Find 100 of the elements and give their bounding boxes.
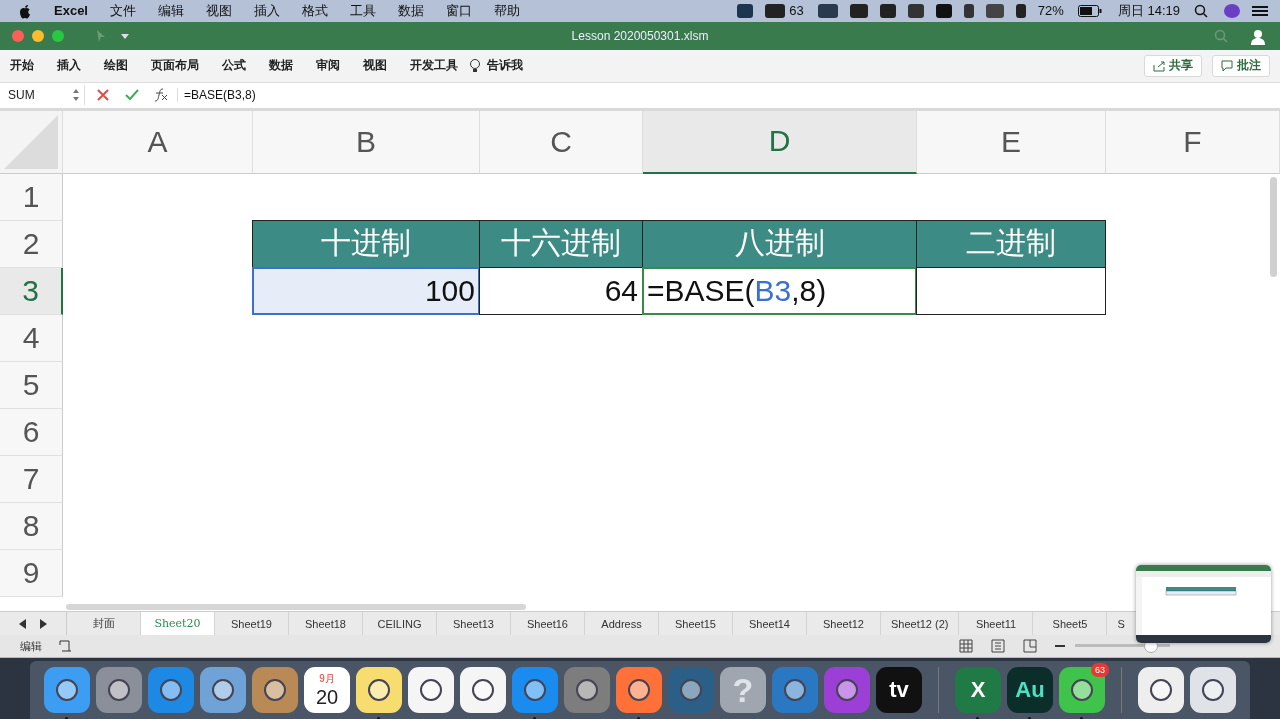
app-label: X	[970, 679, 986, 701]
help-glyph: ?	[732, 673, 754, 707]
menu-item[interactable]: 编辑	[158, 2, 184, 20]
apple-logo-icon[interactable]	[18, 3, 32, 19]
vertical-scrollbar[interactable]	[1270, 176, 1277, 277]
ribbon-tab[interactable]: 开发工具	[410, 57, 458, 75]
row-header[interactable]: 9	[0, 549, 63, 597]
row-header[interactable]: 7	[0, 455, 63, 503]
table-cell[interactable]: 100	[252, 266, 480, 315]
tv-app-icon[interactable]: tv	[876, 667, 922, 713]
clock: 周日 14:19	[1117, 2, 1180, 20]
menu-item[interactable]: 工具	[350, 2, 376, 20]
column-header[interactable]: C	[480, 110, 643, 174]
app-status-icon[interactable]	[737, 4, 754, 18]
column-header[interactable]: E	[917, 110, 1106, 174]
row-header[interactable]: 3	[0, 267, 63, 315]
function-icon[interactable]	[153, 88, 169, 103]
calendar-day: 20	[315, 685, 339, 709]
search-icon[interactable]	[1194, 4, 1208, 18]
clock-app-icon[interactable]	[772, 667, 818, 713]
menu-item[interactable]: 窗口	[446, 2, 472, 20]
launchpad-app-icon[interactable]	[96, 667, 142, 713]
podcasts-app-icon[interactable]	[824, 667, 870, 713]
safari-app-icon[interactable]	[148, 667, 194, 713]
ribbon-tab[interactable]: 页面布局	[151, 57, 199, 75]
row-header[interactable]: 8	[0, 502, 63, 550]
ribbon-tab[interactable]: 审阅	[316, 57, 340, 75]
share-icon	[1153, 59, 1165, 72]
row-header[interactable]: 2	[0, 220, 63, 268]
menu-item[interactable]: 视图	[206, 2, 232, 20]
table-cell[interactable]	[916, 266, 1106, 315]
table-cell[interactable]: =BASE(B3,8)	[642, 266, 917, 315]
lightbulb-icon[interactable]	[469, 57, 481, 74]
ribbon-tab[interactable]: 绘图	[104, 57, 128, 75]
stepper-icon	[72, 88, 80, 103]
table-cell[interactable]: 64	[479, 266, 643, 315]
cancel-icon[interactable]	[97, 89, 109, 102]
formula-input[interactable]: =BASE(B3,8)	[177, 88, 256, 103]
sheet-tab[interactable]: Sheet20	[141, 612, 215, 636]
ribbon-tab[interactable]: 公式	[222, 57, 246, 75]
menu-item[interactable]: 帮助	[494, 2, 520, 20]
photos-app-icon[interactable]	[460, 667, 506, 713]
preview-app-icon[interactable]	[1138, 667, 1184, 713]
ribbon-tab[interactable]: 插入	[57, 57, 81, 75]
minimize-button[interactable]	[32, 29, 44, 42]
trash-app-icon[interactable]	[1190, 667, 1236, 713]
row-header[interactable]: 4	[0, 314, 63, 362]
mail-app-icon[interactable]	[200, 667, 246, 713]
header-cell[interactable]: 十进制	[252, 219, 480, 268]
app-status-icon[interactable]	[879, 4, 896, 18]
menu-item[interactable]: 数据	[398, 2, 424, 20]
column-header[interactable]: B	[253, 110, 480, 174]
unread-count: 63	[789, 3, 804, 19]
column-header[interactable]: F	[1106, 110, 1280, 174]
app-menu[interactable]: Excel	[54, 3, 88, 19]
notification-badge: 63	[1091, 663, 1109, 677]
header-cell[interactable]: 十六进制	[479, 219, 643, 268]
grid-view-icon[interactable]	[959, 639, 973, 654]
confirm-icon[interactable]	[125, 89, 139, 102]
row-header[interactable]: 5	[0, 361, 63, 409]
app-status-icon[interactable]	[907, 4, 924, 18]
header-cell[interactable]: 二进制	[916, 219, 1106, 268]
reminders-app-icon[interactable]	[408, 667, 454, 713]
column-header[interactable]: D	[643, 110, 917, 174]
menu-item[interactable]: 格式	[302, 2, 328, 20]
settings-app-icon[interactable]	[564, 667, 610, 713]
list-icon[interactable]	[1252, 5, 1268, 17]
app-status-icon[interactable]	[935, 4, 952, 18]
mode-indicator: 编辑	[20, 638, 42, 654]
macro-icon[interactable]	[58, 639, 72, 654]
window-title: Lesson 2020050301.xlsm	[571, 28, 709, 43]
app-label: tv	[889, 679, 909, 701]
share-button[interactable]: 共享	[1144, 54, 1202, 77]
menu-item[interactable]: 文件	[110, 2, 136, 20]
header-cell[interactable]: 八进制	[642, 219, 917, 268]
battery-percent: 72%	[1037, 3, 1064, 19]
comment-icon	[1221, 59, 1233, 72]
tell-me-link[interactable]: 告诉我	[487, 57, 523, 75]
contacts-app-icon[interactable]	[252, 667, 298, 713]
app-status-icon[interactable]	[849, 4, 868, 18]
page-break-icon[interactable]	[1023, 639, 1037, 654]
horizontal-scrollbar[interactable]	[66, 604, 526, 611]
siri-icon[interactable]	[1224, 4, 1240, 18]
ribbon-tab[interactable]: 视图	[363, 57, 387, 75]
battery-icon[interactable]	[1077, 5, 1102, 17]
calendar-app-icon[interactable]: 9月 20	[304, 667, 350, 713]
row-header[interactable]: 1	[0, 173, 63, 221]
row-header[interactable]: 6	[0, 408, 63, 456]
calendar-month: 9月	[319, 671, 335, 686]
menu-item[interactable]: 插入	[254, 2, 280, 20]
comments-button[interactable]: 批注	[1212, 54, 1270, 77]
mysql-app-icon[interactable]	[668, 667, 714, 713]
name-box[interactable]: SUM	[2, 85, 85, 106]
previous-sheet-icon[interactable]	[19, 618, 27, 629]
app-label: Au	[1015, 679, 1045, 701]
ribbon-tab[interactable]: 开始	[10, 57, 34, 75]
sheet-tab[interactable]: S	[1107, 612, 1127, 636]
next-sheet-icon[interactable]	[39, 618, 47, 629]
column-header[interactable]: A	[63, 110, 253, 174]
ribbon-tab[interactable]: 数据	[269, 57, 293, 75]
